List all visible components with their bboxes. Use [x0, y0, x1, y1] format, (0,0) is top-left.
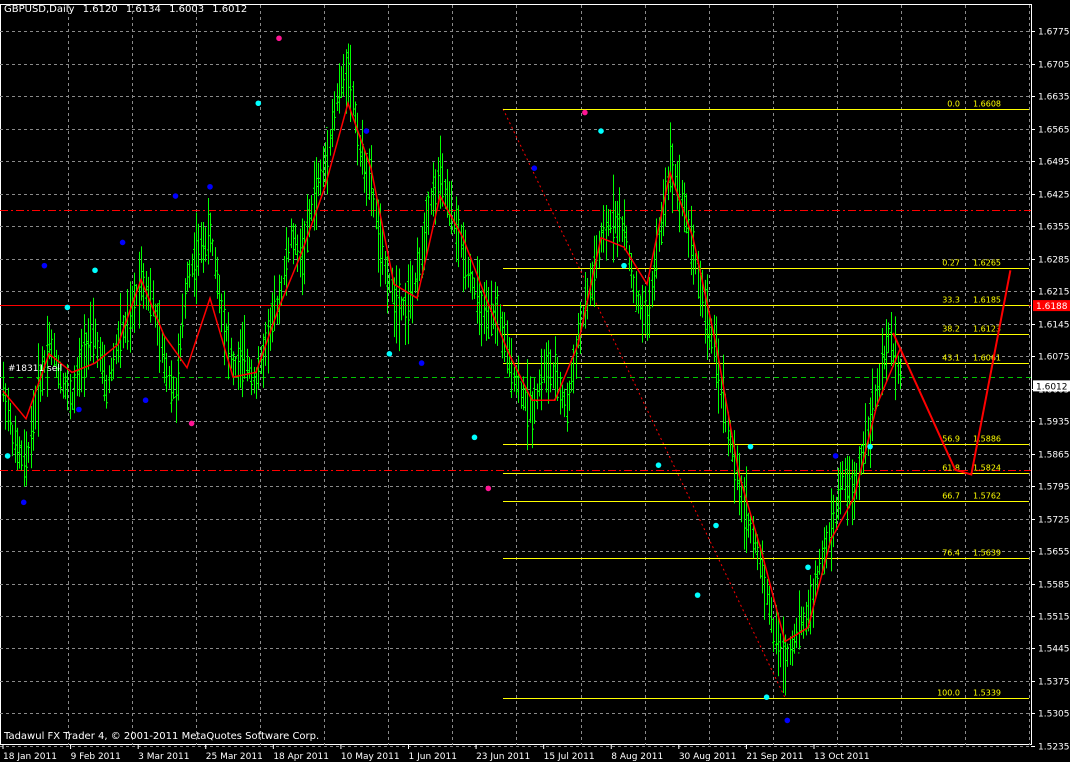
y-tick-label: 1.6495 — [1038, 158, 1070, 168]
fractal-marker-hi — [471, 434, 478, 441]
x-tick-label: 3 Mar 2011 — [138, 752, 189, 762]
x-tick-label: 21 Sep 2011 — [746, 752, 803, 762]
fractal-marker-lo — [41, 262, 48, 269]
fractal-marker-hi — [255, 100, 262, 107]
fractal-marker-hi — [763, 694, 770, 701]
fractal-marker-lo — [363, 128, 370, 134]
fib-level-ratio: 0.0 — [947, 100, 960, 109]
fractal-marker-lo — [20, 499, 27, 506]
y-tick-label: 1.6285 — [1038, 256, 1070, 266]
fib-level-ratio: 56.9 — [942, 435, 960, 444]
x-tick-label: 30 Aug 2011 — [679, 752, 737, 762]
fib-level-price: 1.5762 — [973, 492, 1001, 501]
high-value: 1.6134 — [125, 4, 161, 15]
price-chart[interactable]: 1.6775 1.6705 1.6635 1.6565 1.6495 1.6425 1.63… — [0, 0, 1070, 762]
fractal-marker-lo — [142, 397, 149, 404]
current-price-label: 1.6012 — [1036, 382, 1068, 392]
y-tick-label: 1.6705 — [1038, 61, 1070, 71]
y-tick-label: 1.6215 — [1038, 288, 1070, 298]
fractal-marker-pivot — [485, 485, 492, 492]
fib-level-price: 1.5639 — [973, 549, 1001, 558]
fib-level-ratio: 100.0 — [937, 689, 960, 698]
y-tick-label: 1.5585 — [1038, 581, 1070, 591]
x-tick-label: 25 Mar 2011 — [206, 752, 263, 762]
y-tick-label: 1.6425 — [1038, 191, 1070, 201]
fib-level-ratio: 76.4 — [942, 549, 960, 558]
fractal-marker-hi — [386, 351, 393, 357]
y-tick-label: 1.6355 — [1038, 223, 1070, 233]
y-tick-label: 1.6635 — [1038, 93, 1070, 103]
y-tick-label: 1.5655 — [1038, 548, 1070, 558]
fractal-marker-hi — [867, 443, 873, 450]
fractal-marker-hi — [621, 262, 627, 269]
fib-level-ratio: 66.7 — [942, 492, 960, 501]
fib-level-price: 1.6061 — [973, 354, 1001, 363]
fractal-marker-pivot — [582, 109, 588, 116]
fib-level-price: 1.6265 — [973, 259, 1001, 268]
fractal-marker-hi — [64, 304, 71, 311]
fib-level-ratio: 38.2 — [942, 325, 960, 334]
y-tick-label: 1.5305 — [1038, 710, 1070, 720]
y-tick-label: 1.6565 — [1038, 126, 1070, 136]
fib-level-ratio: 43.1 — [942, 354, 960, 363]
y-tick-label: 1.6775 — [1038, 28, 1070, 38]
fib-level-price: 1.6123 — [973, 325, 1001, 334]
fractal-marker-hi — [805, 564, 811, 571]
y-tick-label: 1.5865 — [1038, 451, 1070, 461]
chart-header: GBPUSD,Daily 1.6120 1.6134 1.6003 1.6012 — [4, 4, 252, 15]
copyright-footer: Tadawul FX Trader 4, © 2001-2011 MetaQuo… — [4, 731, 320, 742]
fib-level-ratio: 0.27 — [942, 259, 960, 268]
fractal-marker-lo — [784, 717, 791, 724]
y-tick-label: 1.6075 — [1038, 353, 1070, 363]
fractal-marker-lo — [172, 193, 179, 199]
open-value: 1.6120 — [82, 4, 118, 15]
low-value: 1.6003 — [169, 4, 205, 15]
y-tick-label: 1.5515 — [1038, 613, 1070, 623]
fractal-marker-lo — [832, 453, 839, 459]
x-tick-label: 15 Jul 2011 — [544, 752, 595, 762]
fractal-marker-hi — [655, 462, 662, 468]
y-tick-label: 1.5935 — [1038, 418, 1070, 428]
fractal-marker-lo — [76, 406, 82, 413]
x-tick-label: 23 Jun 2011 — [476, 752, 530, 762]
fractal-marker-hi — [598, 128, 604, 134]
y-tick-label: 1.5795 — [1038, 483, 1070, 493]
x-tick-label: 1 Jun 2011 — [409, 752, 457, 762]
x-tick-label: 18 Apr 2011 — [273, 752, 329, 762]
x-tick-label: 9 Feb 2011 — [71, 752, 121, 762]
x-tick-label: 18 Jan 2011 — [3, 752, 57, 762]
fib-level-price: 1.5339 — [973, 689, 1001, 698]
symbol-label: GBPUSD,Daily — [4, 4, 75, 15]
fractal-marker-lo — [418, 360, 425, 366]
fractal-marker-hi — [713, 522, 719, 529]
fractal-marker-lo — [119, 239, 126, 246]
x-tick-label: 8 Aug 2011 — [611, 752, 663, 762]
y-tick-label: 1.5235 — [1038, 743, 1070, 753]
level-price-label: 1.6188 — [1036, 302, 1068, 312]
fractal-marker-hi — [4, 453, 11, 459]
y-tick-label: 1.5375 — [1038, 678, 1070, 688]
close-value: 1.6012 — [212, 4, 248, 15]
fractal-marker-pivot — [276, 35, 282, 42]
fractal-marker-hi — [92, 267, 98, 274]
order-label[interactable]: #18311 sell — [8, 364, 62, 374]
fractal-marker-hi — [694, 592, 701, 598]
fractal-marker-hi — [747, 443, 754, 450]
x-tick-label: 10 May 2011 — [341, 752, 400, 762]
fib-level-price: 1.6185 — [973, 296, 1001, 305]
fractal-marker-pivot — [188, 420, 195, 427]
x-tick-label: 13 Oct 2011 — [814, 752, 870, 762]
y-tick-label: 1.5445 — [1038, 645, 1070, 655]
fractal-marker-lo — [531, 165, 538, 172]
y-tick-label: 1.5725 — [1038, 516, 1070, 526]
fib-level-price: 1.6608 — [973, 100, 1001, 109]
fib-level-ratio: 33.3 — [942, 296, 960, 305]
fib-level-price: 1.5824 — [973, 464, 1001, 473]
y-tick-label: 1.6145 — [1038, 321, 1070, 331]
fractal-marker-lo — [207, 183, 213, 190]
